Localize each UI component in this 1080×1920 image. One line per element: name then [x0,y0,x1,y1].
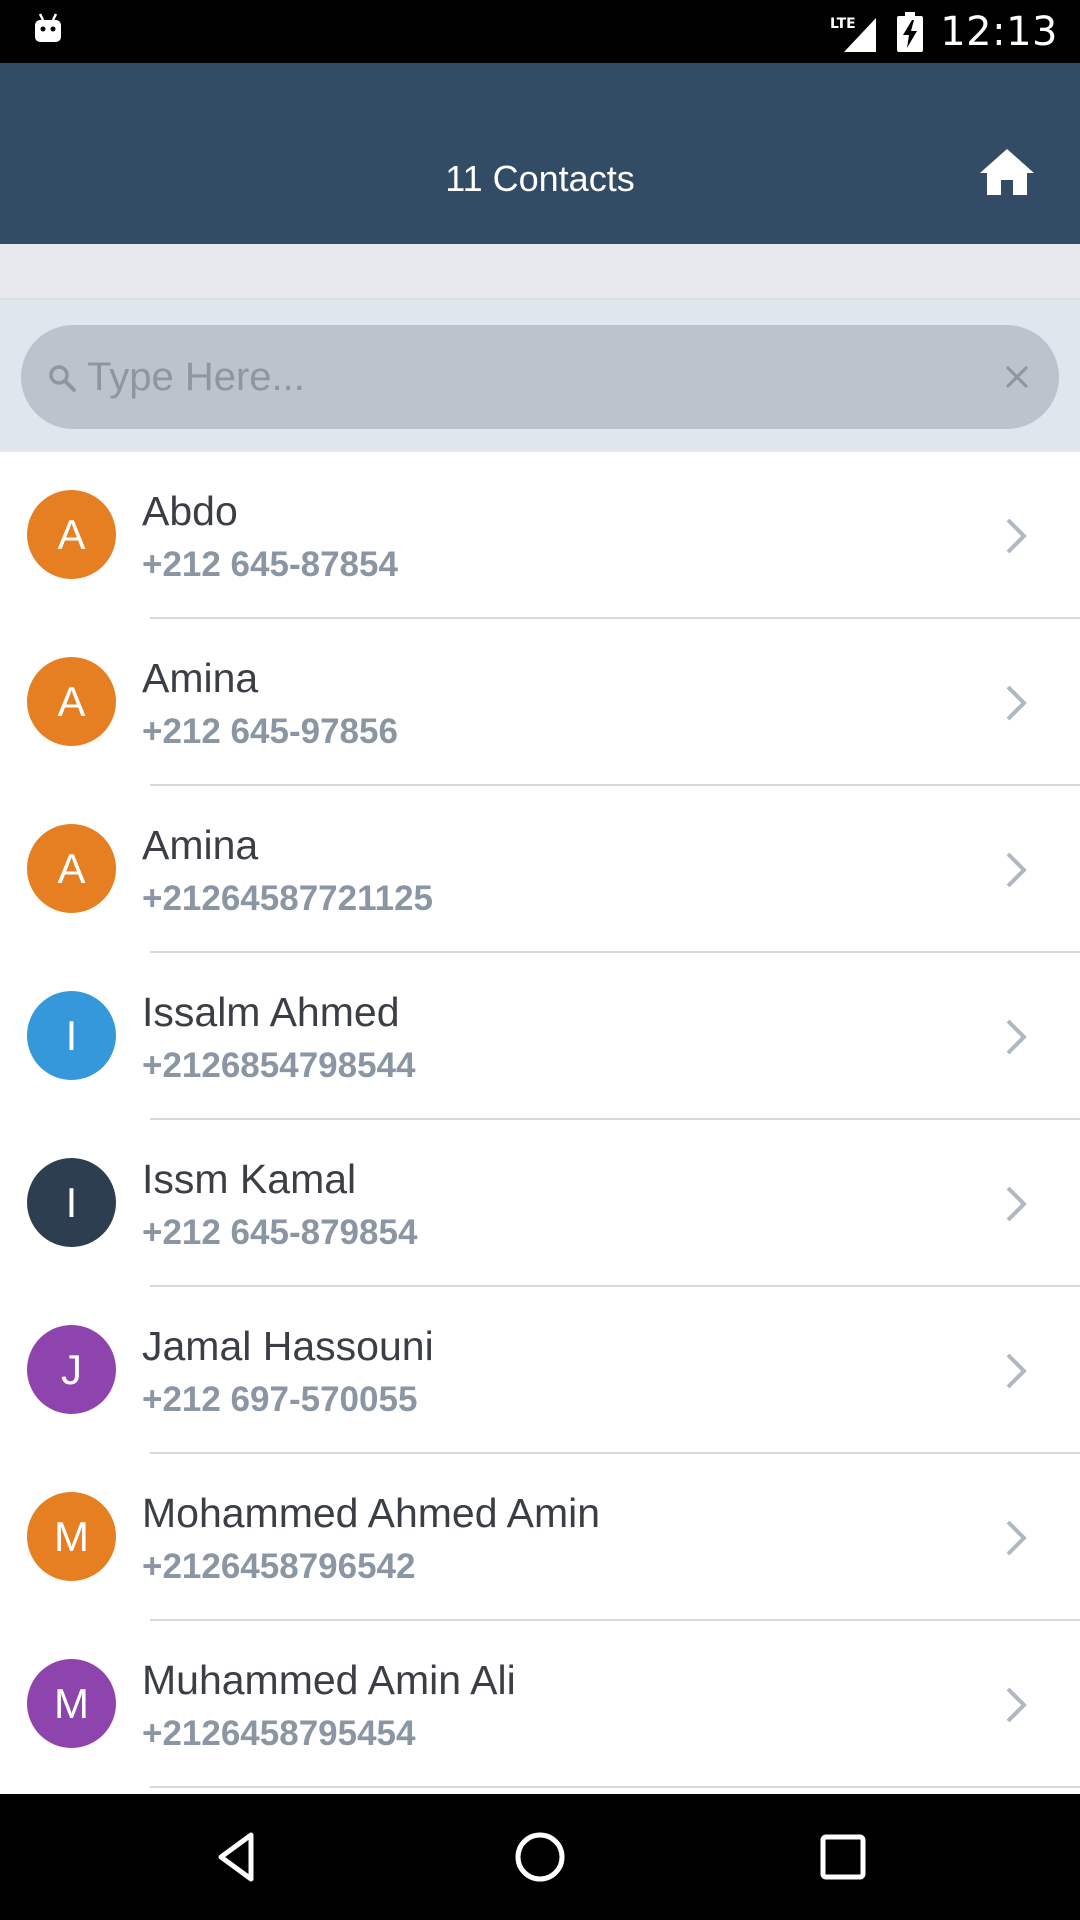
home-icon[interactable] [980,147,1034,197]
sub-header-band [0,244,1080,300]
avatar: A [27,824,116,913]
contact-name: Amina [142,655,259,701]
lte-signal-icon: LTE [830,16,877,52]
page-title: 11 Contacts [445,158,635,199]
back-icon[interactable] [207,1827,267,1887]
contact-name: Mohammed Ahmed Amin [142,1490,601,1536]
contact-phone: +212 645-97856 [142,712,398,751]
contact-phone: +21264587721125 [142,879,434,918]
home-circle-icon[interactable] [510,1827,570,1887]
contact-name: Amina [142,822,259,868]
avatar: A [27,490,116,579]
search-input[interactable] [87,325,967,429]
screen: LTE 12:13 11 Contacts Type Here... A Abd… [0,0,1080,1920]
list-item[interactable]: I Issalm Ahmed +2126854798544 [0,953,1080,1120]
contact-name: Issm Kamal [142,1156,357,1202]
list-item[interactable]: J Jamal Hassouni +212 697-570055 [0,1287,1080,1454]
list-item[interactable]: M Muhammed Amin Ali +2126458795454 [0,1621,1080,1788]
list-item[interactable]: A Amina +21264587721125 [0,786,1080,953]
chevron-right-icon [1006,1353,1027,1389]
contact-phone: +2126458795454 [142,1714,416,1753]
chevron-right-icon [1006,685,1027,721]
battery-charging-icon [897,11,924,52]
android-debug-icon [35,13,61,42]
contact-phone: +2126458796542 [142,1547,416,1586]
search-box [21,325,1059,429]
avatar: I [27,1158,116,1247]
search-bar [0,300,1080,452]
list-item[interactable]: A Abdo +212 645-87854 [0,452,1080,619]
chevron-right-icon [1006,1186,1027,1222]
divider [150,1786,1080,1788]
chevron-right-icon [1006,852,1027,888]
avatar: I [27,991,116,1080]
status-icons: LTE 12:13 [830,0,1058,63]
search-icon [49,365,76,392]
list-item[interactable]: A Amina +212 645-97856 [0,619,1080,786]
contact-phone: +2126854798544 [142,1046,416,1085]
network-label: LTE [830,16,856,32]
contact-name: Abdo [142,488,238,534]
avatar: M [27,1659,116,1748]
avatar: M [27,1492,116,1581]
contact-phone: +212 645-87854 [142,545,398,584]
close-icon[interactable] [1001,361,1033,393]
contact-phone: +212 697-570055 [142,1380,418,1419]
status-bar: LTE 12:13 [0,0,1080,63]
chevron-right-icon [1006,1019,1027,1055]
status-time: 12:13 [940,8,1058,55]
list-item[interactable]: M Mohammed Ahmed Amin +2126458796542 [0,1454,1080,1621]
contact-phone: +212 645-879854 [142,1213,418,1252]
chevron-right-icon [1006,1520,1027,1556]
avatar: A [27,657,116,746]
chevron-right-icon [1006,1687,1027,1723]
contact-name: Jamal Hassouni [142,1323,434,1369]
list-item[interactable]: I Issm Kamal +212 645-879854 [0,1120,1080,1287]
contact-list: A Abdo +212 645-87854 A Amina +212 645-9… [0,452,1080,1788]
avatar: J [27,1325,116,1414]
recents-icon[interactable] [813,1827,873,1887]
contact-name: Issalm Ahmed [142,989,400,1035]
app-header: 11 Contacts [0,63,1080,244]
chevron-right-icon [1006,518,1027,554]
navigation-bar [0,1794,1080,1920]
contact-name: Muhammed Amin Ali [142,1657,516,1703]
